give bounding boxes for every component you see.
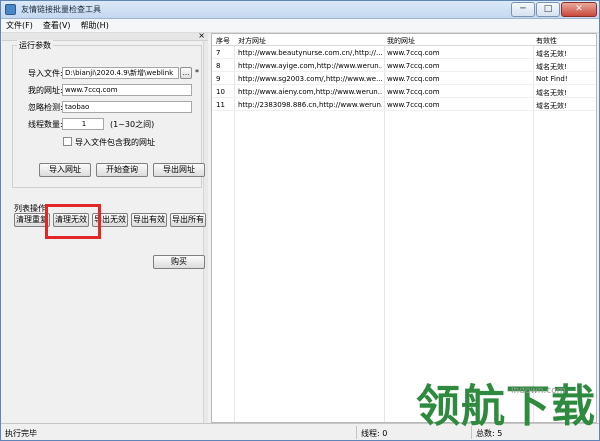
status-text: 执行完毕 (5, 429, 37, 438)
highlight-annotation (45, 204, 101, 239)
threads-label: 线程数量: (28, 120, 63, 129)
pane-close-icon[interactable]: × (198, 31, 205, 40)
cell-their-url: http://www.ayige.com,http://www.werun... (238, 62, 382, 70)
my-url-label: 我的网址: (28, 86, 63, 95)
threads-field[interactable]: 1 (62, 118, 104, 130)
import-file-field[interactable]: D:\bianji\2020.4.9\新增\weblink (62, 67, 179, 79)
cell-my-url: www.7ccq.com (387, 101, 440, 109)
cell-validity: 域名无效! (536, 63, 567, 71)
ignore-field[interactable]: taobao (62, 101, 192, 113)
table-row[interactable]: 11 http://2383098.886.cn,http://www.weru… (212, 99, 596, 111)
window-title: 友情链接批量检查工具 (21, 5, 101, 14)
cell-index: 7 (216, 49, 221, 57)
my-url-field[interactable]: www.7ccq.com (62, 84, 192, 96)
watermark-site: lhdown.com (511, 386, 566, 396)
import-file-label: 导入文件: (28, 69, 63, 78)
cell-my-url: www.7ccq.com (387, 49, 440, 57)
cell-their-url: http://2383098.886.cn,http://www.werun..… (238, 101, 382, 109)
cell-their-url: http://www.sg2003.com/,http://www.we... (238, 75, 382, 83)
watermark-logo: 领航下载 (416, 381, 596, 432)
table-row[interactable]: 9 http://www.sg2003.com/,http://www.we..… (212, 73, 596, 85)
app-window: 友情链接批量检查工具 ─ □ ✕ 文件(F) 查看(V) 帮助(H) × 运行参… (0, 0, 600, 441)
cell-index: 11 (216, 101, 225, 109)
threads-hint: (1~30之间) (110, 120, 155, 129)
cell-validity: 域名无效! (536, 102, 567, 110)
pane-scrollbar[interactable] (203, 41, 208, 423)
import-url-button[interactable]: 导入网址 (39, 163, 91, 177)
cell-index: 9 (216, 75, 221, 83)
cell-index: 10 (216, 88, 225, 96)
table-row[interactable]: 10 http://www.aieny.com,http://www.werun… (212, 86, 596, 98)
menu-file[interactable]: 文件(F) (1, 19, 38, 32)
minimize-button[interactable]: ─ (511, 2, 535, 17)
cell-my-url: www.7ccq.com (387, 62, 440, 70)
buy-button[interactable]: 购买 (153, 255, 205, 269)
required-asterisk: * (195, 68, 199, 77)
export-url-button[interactable]: 导出网址 (153, 163, 205, 177)
export-all-button[interactable]: 导出所有 (170, 213, 206, 227)
include-my-url-label: 导入文件包含我的网址 (75, 138, 155, 147)
table-row[interactable]: 8 http://www.ayige.com,http://www.werun.… (212, 60, 596, 72)
header-index[interactable]: 序号 (216, 36, 230, 46)
include-my-url-checkbox[interactable] (63, 137, 72, 146)
menu-bar: 文件(F) 查看(V) 帮助(H) (1, 19, 599, 33)
window-controls: ─ □ ✕ (511, 2, 597, 17)
run-params-legend: 运行参数 (17, 40, 53, 51)
header-my-url[interactable]: 我的网址 (387, 36, 415, 46)
menu-help[interactable]: 帮助(H) (76, 19, 114, 32)
cell-validity: 域名无效! (536, 89, 567, 97)
cell-their-url: http://www.aieny.com,http://www.werun... (238, 88, 382, 96)
header-validity[interactable]: 有效性 (536, 36, 557, 46)
close-button[interactable]: ✕ (561, 2, 597, 17)
cell-my-url: www.7ccq.com (387, 88, 440, 96)
ignore-label: 忽略检测: (28, 103, 63, 112)
export-valid-button[interactable]: 导出有效 (131, 213, 167, 227)
cell-validity: Not Find! (536, 75, 568, 83)
control-panel: × 运行参数 导入文件: D:\bianji\2020.4.9\新增\webli… (2, 31, 208, 423)
table-header: 序号 对方网址 我的网址 有效性 (212, 34, 596, 46)
status-separator (356, 426, 357, 439)
maximize-button[interactable]: □ (536, 2, 560, 17)
cell-index: 8 (216, 62, 221, 70)
title-bar[interactable]: 友情链接批量检查工具 ─ □ ✕ (1, 1, 599, 19)
cell-my-url: www.7ccq.com (387, 75, 440, 83)
table-row[interactable]: 7 http://www.beautynurse.com.cn/,http://… (212, 47, 596, 59)
status-threads: 线程: 0 (361, 429, 388, 438)
browse-button[interactable]: ... (180, 67, 192, 79)
cell-validity: 域名无效! (536, 50, 567, 58)
start-query-button[interactable]: 开始查询 (96, 163, 148, 177)
results-table: 序号 对方网址 我的网址 有效性 7 http://www.beautynurs… (211, 33, 597, 423)
cell-their-url: http://www.beautynurse.com.cn/,http://..… (238, 49, 382, 57)
header-their-url[interactable]: 对方网址 (238, 36, 266, 46)
app-icon (5, 4, 16, 15)
menu-view[interactable]: 查看(V) (38, 19, 76, 32)
